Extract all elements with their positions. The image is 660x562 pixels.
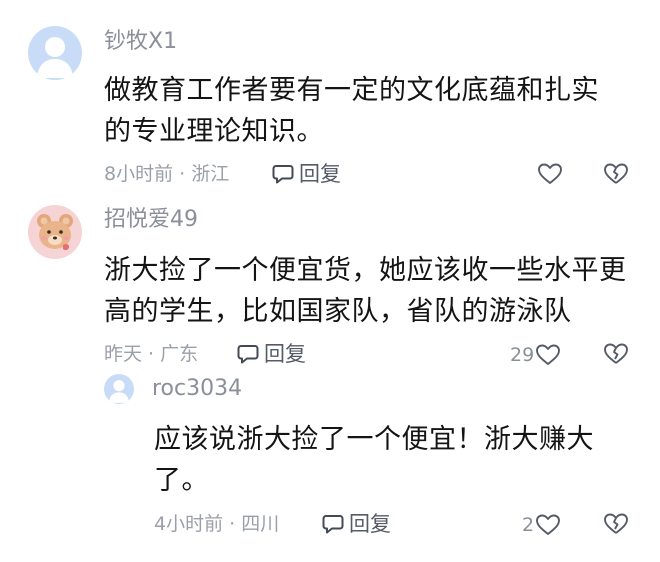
dislike-button[interactable] (603, 162, 629, 186)
username[interactable]: 钞牧X1 (104, 28, 177, 56)
like-button[interactable]: 29 (510, 342, 561, 368)
comment-meta: 昨天 · 广东 (104, 343, 199, 365)
like-count: 2 (522, 514, 535, 536)
dislike-button[interactable] (603, 342, 629, 366)
comment-text: 应该说浙大捡了一个便宜！浙大赚大了。 (154, 424, 594, 496)
default-avatar-icon (109, 380, 129, 403)
like-count: 29 (510, 344, 535, 366)
comment-text: 做教育工作者要有一定的文化底蕴和扎实的专业理论知识。 (104, 75, 599, 147)
broken-heart-icon (603, 162, 629, 186)
avatar[interactable] (28, 26, 82, 80)
reply-label: 回复 (264, 342, 306, 366)
like-button[interactable]: 2 (522, 512, 561, 538)
speech-bubble-icon (272, 163, 294, 185)
broken-heart-icon (603, 512, 629, 536)
bear-avatar-icon (37, 214, 73, 251)
heart-icon (535, 513, 561, 537)
reply-label: 回复 (349, 512, 391, 536)
username[interactable]: 招悦爱49 (104, 206, 198, 234)
default-avatar-icon (37, 37, 73, 78)
reply-button[interactable]: 回复 (322, 511, 391, 537)
broken-heart-icon (603, 342, 629, 366)
reply-label: 回复 (299, 162, 341, 186)
reply-button[interactable]: 回复 (272, 161, 341, 187)
reply-button[interactable]: 回复 (237, 341, 306, 367)
username[interactable]: roc3034 (152, 375, 242, 403)
dislike-button[interactable] (603, 512, 629, 536)
speech-bubble-icon (322, 513, 344, 535)
comment-text: 浙大捡了一个便宜货，她应该收一些水平更高的学生，比如国家队，省队的游泳队 (104, 255, 627, 327)
speech-bubble-icon (237, 343, 259, 365)
heart-icon (535, 343, 561, 367)
avatar[interactable] (28, 205, 82, 259)
comment-meta: 8小时前 · 浙江 (104, 163, 230, 185)
heart-icon (537, 162, 563, 186)
comment-meta: 4小时前 · 四川 (154, 513, 280, 535)
like-button[interactable] (536, 162, 563, 186)
avatar[interactable] (104, 374, 134, 404)
